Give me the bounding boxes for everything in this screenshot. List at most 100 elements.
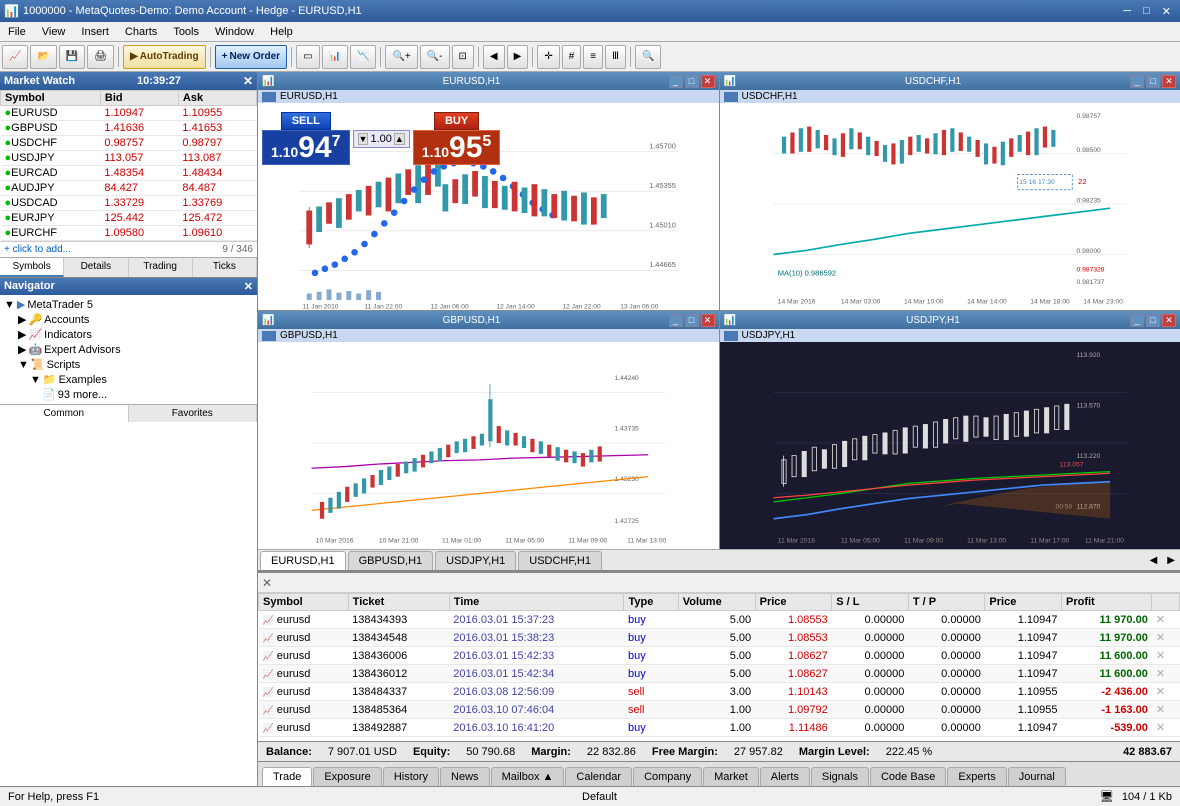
mw-row-eurusd[interactable]: ●EURUSD 1.10947 1.10955 [1,106,257,121]
bottom-tab-company[interactable]: Company [633,767,702,786]
scroll-left-button[interactable]: ◀ [483,45,505,69]
trade-close-btn[interactable]: ✕ [1152,665,1180,683]
open-button[interactable]: 📂 [30,45,56,69]
trade-row-5[interactable]: 📈 eurusd 138485364 2016.03.10 07:46:04 s… [259,701,1180,719]
nav-tab-common[interactable]: Common [0,405,129,422]
bottom-tab-exposure[interactable]: Exposure [313,767,381,786]
usdchf-close-btn[interactable]: ✕ [1162,75,1176,88]
chart-tab-usdjpy[interactable]: USDJPY,H1 [435,551,516,570]
usdjpy-minimize-btn[interactable]: _ [1130,314,1144,327]
trade-row-4[interactable]: 📈 eurusd 138484337 2016.03.08 12:56:09 s… [259,683,1180,701]
mw-row-eurjpy[interactable]: ●EURJPY 125.442 125.472 [1,211,257,226]
trade-row-0[interactable]: 📈 eurusd 138434393 2016.03.01 15:37:23 b… [259,611,1180,629]
close-button[interactable]: ✕ [1157,4,1176,19]
menu-view[interactable]: View [34,24,74,40]
candle-chart-button[interactable]: 📊 [322,45,348,69]
chart-tab-usdchf[interactable]: USDCHF,H1 [518,551,602,570]
chart-tab-arrow-right[interactable]: ▶ [1162,553,1180,568]
navigator-close[interactable]: ✕ [244,280,253,293]
mw-row-audjpy[interactable]: ●AUDJPY 84.427 84.487 [1,181,257,196]
menu-help[interactable]: Help [262,24,301,40]
line-chart-button[interactable]: 📉 [350,45,376,69]
mw-tab-trading[interactable]: Trading [129,258,193,277]
minimize-button[interactable]: ─ [1118,4,1136,19]
nav-more[interactable]: 📄 93 more... [2,387,255,402]
trade-row-6[interactable]: 📈 eurusd 138492887 2016.03.10 16:41:20 b… [259,719,1180,737]
menu-file[interactable]: File [0,24,34,40]
indicator-button[interactable]: Ⅲ [605,45,626,69]
trade-row-1[interactable]: 📈 eurusd 138434548 2016.03.01 15:38:23 b… [259,629,1180,647]
menu-tools[interactable]: Tools [165,24,207,40]
trade-close-btn[interactable]: ✕ [1152,701,1180,719]
bottom-tab-market[interactable]: Market [703,767,759,786]
mw-row-usdcad[interactable]: ●USDCAD 1.33729 1.33769 [1,196,257,211]
nav-expert-advisors[interactable]: ▶ 🤖 Expert Advisors [2,342,255,357]
gbpusd-minimize-btn[interactable]: _ [669,314,683,327]
fit-button[interactable]: ⊡ [452,45,474,69]
trade-close-btn[interactable]: ✕ [1152,647,1180,665]
nav-indicators[interactable]: ▶ 📈 Indicators [2,327,255,342]
volumes-button[interactable]: ≡ [583,45,603,69]
mw-row-eurcad[interactable]: ●EURCAD 1.48354 1.48434 [1,166,257,181]
trade-close-btn[interactable]: ✕ [1152,611,1180,629]
chart-tab-eurusd[interactable]: EURUSD,H1 [260,551,346,570]
eurusd-close-btn[interactable]: ✕ [701,75,715,88]
mw-tab-ticks[interactable]: Ticks [193,258,257,277]
gbpusd-maximize-btn[interactable]: □ [685,314,699,327]
nav-scripts[interactable]: ▼ 📜 Scripts [2,357,255,372]
crosshair-button[interactable]: ✛ [537,45,559,69]
grid-button[interactable]: # [562,45,582,69]
bottom-tab-trade[interactable]: Trade [262,767,312,786]
new-order-button[interactable]: + New Order [215,45,287,69]
add-symbol-link[interactable]: + click to add... [4,244,71,255]
buy-button[interactable]: BUY [434,112,479,130]
mw-row-eurchf[interactable]: ●EURCHF 1.09580 1.09610 [1,226,257,241]
bar-chart-button[interactable]: ▭ [296,45,319,69]
print-button[interactable]: 🖨 [87,45,114,69]
mw-tab-symbols[interactable]: Symbols [0,258,64,277]
gbpusd-close-btn[interactable]: ✕ [701,314,715,327]
bottom-tab-signals[interactable]: Signals [811,767,869,786]
nav-tab-favorites[interactable]: Favorites [129,405,258,422]
bottom-tab-mailbox[interactable]: Mailbox ▲ [491,767,565,786]
new-chart-button[interactable]: 📈 [2,45,28,69]
nav-metatrader5[interactable]: ▼ ▶ MetaTrader 5 [2,297,255,312]
mw-tab-details[interactable]: Details [64,258,128,277]
nav-accounts[interactable]: ▶ 🔑 Accounts [2,312,255,327]
bottom-tab-alerts[interactable]: Alerts [760,767,810,786]
bottom-tab-news[interactable]: News [440,767,490,786]
chart-tab-gbpusd[interactable]: GBPUSD,H1 [348,551,434,570]
mw-row-usdchf[interactable]: ●USDCHF 0.98757 0.98797 [1,136,257,151]
eurusd-maximize-btn[interactable]: □ [685,75,699,88]
bottom-tab-calendar[interactable]: Calendar [565,767,632,786]
lot-increase-btn[interactable]: ▲ [394,133,405,145]
usdchf-maximize-btn[interactable]: □ [1146,75,1160,88]
trade-row-3[interactable]: 📈 eurusd 138436012 2016.03.01 15:42:34 b… [259,665,1180,683]
scroll-right-button[interactable]: ▶ [507,45,529,69]
close-trades-btn[interactable]: ✕ [262,576,272,590]
usdchf-minimize-btn[interactable]: _ [1130,75,1144,88]
bottom-tab-codebase[interactable]: Code Base [870,767,946,786]
bottom-tab-experts[interactable]: Experts [947,767,1006,786]
autotrading-button[interactable]: ▶ AutoTrading [123,45,206,69]
market-watch-close[interactable]: ✕ [243,74,253,88]
mw-row-gbpusd[interactable]: ●GBPUSD 1.41636 1.41653 [1,121,257,136]
zoom-out-button[interactable]: 🔍- [420,45,450,69]
maximize-button[interactable]: □ [1138,4,1155,19]
trade-row-2[interactable]: 📈 eurusd 138436006 2016.03.01 15:42:33 b… [259,647,1180,665]
zoom-in-button[interactable]: 🔍+ [385,45,417,69]
lot-decrease-btn[interactable]: ▼ [358,133,369,145]
save-button[interactable]: 💾 [59,45,85,69]
menu-charts[interactable]: Charts [117,24,165,40]
usdjpy-maximize-btn[interactable]: □ [1146,314,1160,327]
chart-tab-arrow-left[interactable]: ◀ [1145,553,1163,568]
usdjpy-close-btn[interactable]: ✕ [1162,314,1176,327]
menu-window[interactable]: Window [207,24,262,40]
trade-close-btn[interactable]: ✕ [1152,719,1180,737]
trade-close-btn[interactable]: ✕ [1152,683,1180,701]
sell-button[interactable]: SELL [281,112,331,130]
trade-close-btn[interactable]: ✕ [1152,629,1180,647]
mw-row-usdjpy[interactable]: ●USDJPY 113.057 113.087 [1,151,257,166]
search-button[interactable]: 🔍 [635,45,661,69]
bottom-tab-history[interactable]: History [383,767,439,786]
